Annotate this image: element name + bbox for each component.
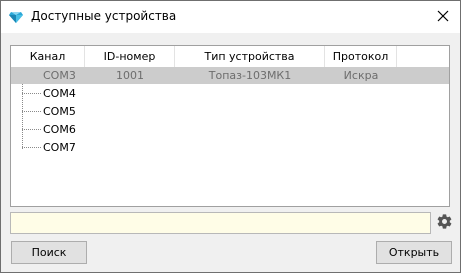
device-type-cell: Топаз-103МК1	[208, 69, 292, 82]
table-row[interactable]: COM4	[11, 85, 449, 102]
title-bar: Доступные устройства	[1, 1, 460, 33]
gear-icon	[436, 213, 453, 233]
table-row[interactable]: COM5	[11, 103, 449, 120]
status-field[interactable]	[10, 212, 431, 234]
channel-cell: COM5	[43, 105, 76, 118]
table-row[interactable]: COM6	[11, 121, 449, 138]
id-cell: 1001	[116, 69, 144, 82]
channel-cell: COM6	[43, 123, 76, 136]
column-header-id[interactable]: ID-номер	[85, 46, 175, 68]
table-row[interactable]: COM7	[11, 139, 449, 156]
channel-cell: COM7	[43, 141, 76, 154]
column-header-device-type[interactable]: Тип устройства	[175, 46, 325, 68]
close-button[interactable]	[430, 5, 456, 29]
close-icon	[437, 10, 449, 25]
gem-icon	[8, 9, 24, 25]
window-title: Доступные устройства	[31, 9, 177, 23]
column-header-protocol[interactable]: Протокол	[325, 46, 397, 68]
channel-cell: COM3	[43, 69, 76, 82]
devices-list[interactable]: Канал ID-номер Тип устройства Протокол C…	[10, 45, 450, 207]
channel-cell: COM4	[43, 87, 76, 100]
devices-dialog: Доступные устройства Канал ID-номер Тип …	[0, 0, 461, 273]
column-header-channel[interactable]: Канал	[11, 46, 85, 68]
table-row[interactable]: COM3 1001 Топаз-103МК1 Искра	[11, 67, 449, 84]
search-button[interactable]: Поиск	[11, 241, 87, 264]
protocol-cell: Искра	[343, 69, 379, 82]
settings-button[interactable]	[434, 213, 454, 233]
open-button[interactable]: Открыть	[376, 241, 452, 264]
